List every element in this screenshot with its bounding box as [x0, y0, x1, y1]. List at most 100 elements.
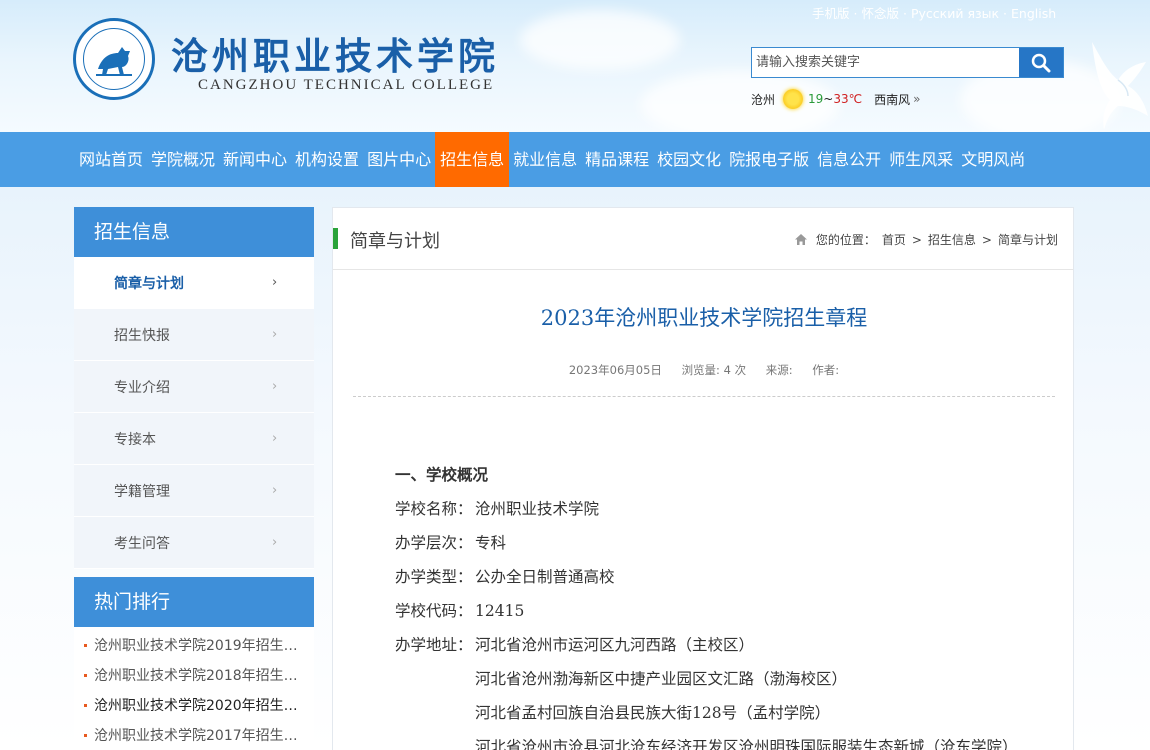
weather-city: 沧州: [751, 92, 776, 107]
legacy-version-link[interactable]: 怀念版: [862, 6, 900, 21]
hot-item[interactable]: 沧州职业技术学院2017年招生…: [74, 721, 314, 750]
breadcrumb-separator: >: [911, 232, 922, 247]
header-cloud-decoration: [520, 10, 680, 70]
breadcrumb-separator: >: [981, 232, 992, 247]
nav-departments[interactable]: 机构设置: [291, 132, 363, 187]
separator-dot: ·: [853, 6, 858, 21]
english-link[interactable]: English: [1011, 6, 1056, 21]
row-label: 办学类型：: [395, 568, 473, 586]
address-line: 河北省沧州市沧县河北沧东经济开发区沧州明珠国际服装生态新城（沧东学院）: [475, 738, 1018, 750]
article-body: 一、学校概况 学校名称： 沧州职业技术学院 办学层次： 专科 办学类型： 公办全日制普…: [395, 458, 1018, 750]
sidebar-item-brochure-plan[interactable]: 简章与计划 ›: [74, 257, 314, 309]
sidebar: 招生信息 简章与计划 › 招生快报 › 专业介绍 › 专接本 › 学籍管理 › 考生问答 ›: [74, 207, 314, 569]
article-author: 作者:: [812, 363, 840, 377]
hot-item[interactable]: 沧州职业技术学院2020年招生…: [74, 691, 314, 721]
sidebar-item-registration[interactable]: 学籍管理 ›: [74, 465, 314, 517]
article-views: 浏览量: 4 次: [681, 363, 747, 377]
chevron-right-icon: ›: [272, 327, 278, 342]
sidebar-item-admission-news[interactable]: 招生快报 ›: [74, 309, 314, 361]
row-label: 办学地址：: [395, 636, 473, 654]
college-name-cn[interactable]: 沧州职业技术学院: [171, 26, 499, 80]
sidebar-item-label: 考生问答: [114, 535, 170, 552]
row-value: 12415: [475, 602, 525, 620]
main-header: 简章与计划 您的位置： 首页 > 招生信息 > 简章与计划: [333, 208, 1073, 270]
hot-ranking: 热门排行 沧州职业技术学院2019年招生… 沧州职业技术学院2018年招生… 沧…: [74, 577, 314, 750]
breadcrumb-current[interactable]: 简章与计划: [998, 231, 1058, 248]
russian-link[interactable]: Русский язык: [911, 6, 999, 21]
chevron-right-icon: ›: [272, 379, 278, 394]
weather-low-temp: 19: [808, 92, 824, 106]
article-source: 来源:: [765, 363, 793, 377]
sidebar-item-label: 专业介绍: [114, 379, 170, 396]
college-name-en: CANGZHOU TECHNICAL COLLEGE: [198, 77, 495, 93]
article-meta: 2023年06月05日 浏览量: 4 次 来源: 作者:: [333, 362, 1075, 378]
sidebar-title: 招生信息: [74, 207, 314, 257]
breadcrumb-home[interactable]: 首页: [882, 231, 906, 248]
sidebar-item-label: 学籍管理: [114, 483, 170, 500]
article-title: 2023年沧州职业技术学院招生章程: [540, 306, 868, 330]
chevron-right-icon: ›: [272, 431, 278, 446]
sidebar-item-majors[interactable]: 专业介绍 ›: [74, 361, 314, 413]
top-links: 手机版 · 怀念版 · Русский язык · English: [812, 3, 1056, 22]
nav-info-disclosure[interactable]: 信息公开: [813, 132, 885, 187]
nav-overview[interactable]: 学院概况: [147, 132, 219, 187]
nav-employment[interactable]: 就业信息: [509, 132, 581, 187]
search-button[interactable]: [1019, 48, 1063, 77]
chevron-right-icon: ›: [272, 483, 278, 498]
weather-widget: 沧州 19 ~33℃ 西南风 »: [751, 89, 920, 109]
search-icon: [1031, 53, 1051, 72]
row-value: 专科: [475, 534, 507, 552]
nav-pictures[interactable]: 图片中心: [363, 132, 435, 187]
weather-temp-sep: ~: [823, 92, 834, 106]
nav-e-newspaper[interactable]: 院报电子版: [725, 132, 813, 187]
content-row: 办学地址： 河北省沧州市运河区九河西路（主校区）: [395, 628, 1018, 662]
address-line: 河北省孟村回族自治县民族大街128号（孟村学院）: [475, 704, 831, 722]
article-date: 2023年06月05日: [568, 363, 662, 377]
main-nav: 网站首页 学院概况 新闻中心 机构设置 图片中心 招生信息 就业信息 精品课程 …: [0, 132, 1150, 187]
breadcrumb-admissions[interactable]: 招生信息: [928, 231, 976, 248]
chevron-right-icon: ›: [272, 535, 278, 550]
home-icon: [794, 234, 807, 245]
nav-civilization[interactable]: 文明风尚: [957, 132, 1029, 187]
breadcrumb-label: 您的位置：: [815, 233, 876, 247]
hot-item[interactable]: 沧州职业技术学院2019年招生…: [74, 631, 314, 661]
nav-teachers-students[interactable]: 师生风采: [885, 132, 957, 187]
search-input[interactable]: [752, 48, 1019, 77]
site-header: 沧州职业技术学院 CANGZHOU TECHNICAL COLLEGE 手机版 ·…: [0, 0, 1150, 132]
divider: [353, 396, 1055, 397]
nav-news[interactable]: 新闻中心: [219, 132, 291, 187]
row-value: 河北省沧州市运河区九河西路（主校区）: [475, 636, 755, 654]
breadcrumb: 您的位置： 首页 > 招生信息 > 简章与计划: [794, 231, 1058, 248]
sidebar-item-upgrade[interactable]: 专接本 ›: [74, 413, 314, 465]
sunny-icon: [783, 89, 804, 109]
nav-home[interactable]: 网站首页: [75, 132, 147, 187]
section-title: 简章与计划: [350, 231, 440, 252]
sidebar-item-faq[interactable]: 考生问答 ›: [74, 517, 314, 569]
sidebar-item-label: 简章与计划: [114, 275, 184, 292]
college-logo[interactable]: [73, 18, 155, 100]
chevron-right-icon: ›: [272, 275, 278, 290]
content-row: 办学层次： 专科: [395, 526, 1018, 560]
logo-emblem: [83, 28, 145, 90]
address-line: 河北省沧州渤海新区中捷产业园区文汇路（渤海校区）: [475, 670, 848, 688]
row-value: 公办全日制普通高校: [475, 568, 615, 586]
dove-decoration-icon: [1092, 42, 1148, 130]
hot-item[interactable]: 沧州职业技术学院2018年招生…: [74, 661, 314, 691]
search-box: [751, 47, 1064, 78]
double-chevron-right-icon[interactable]: »: [913, 92, 920, 106]
nav-admissions[interactable]: 招生信息: [435, 132, 510, 187]
separator-dot: ·: [1003, 6, 1008, 21]
row-label: 学校代码：: [395, 602, 473, 620]
sidebar-item-label: 招生快报: [114, 327, 170, 344]
row-value: 沧州职业技术学院: [475, 500, 600, 518]
content-row: 学校名称： 沧州职业技术学院: [395, 492, 1018, 526]
hot-ranking-list: 沧州职业技术学院2019年招生… 沧州职业技术学院2018年招生… 沧州职业技术…: [74, 627, 314, 750]
sidebar-item-label: 专接本: [114, 431, 156, 448]
logo-horse-icon: [96, 47, 132, 76]
nav-courses[interactable]: 精品课程: [581, 132, 653, 187]
title-accent-bar: [333, 228, 338, 249]
weather-wind: 西南风: [874, 92, 911, 107]
mobile-version-link[interactable]: 手机版: [812, 6, 850, 21]
content-row: 办学类型： 公办全日制普通高校: [395, 560, 1018, 594]
nav-campus-culture[interactable]: 校园文化: [653, 132, 725, 187]
